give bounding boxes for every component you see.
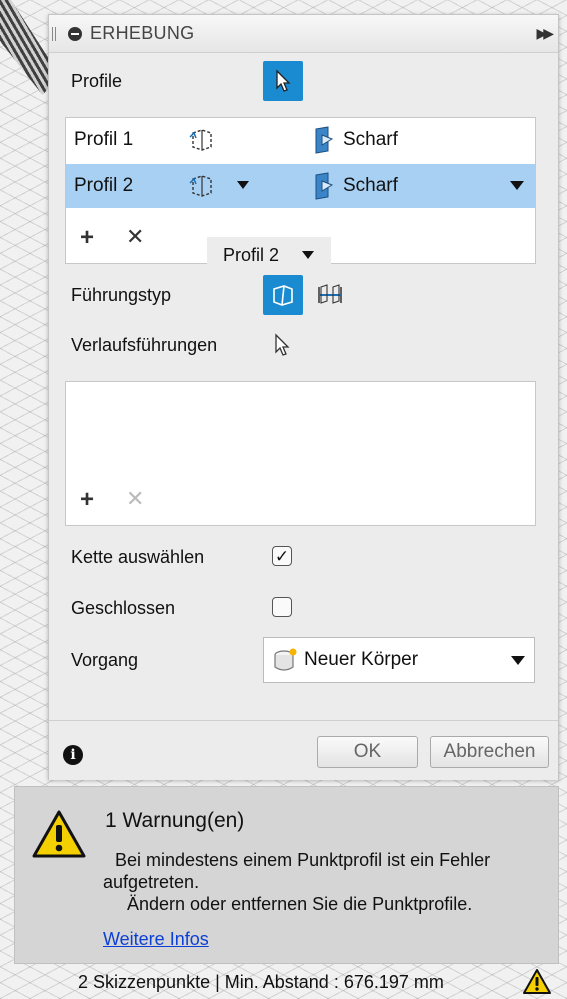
operation-dropdown[interactable]: Neuer Körper bbox=[263, 637, 535, 683]
more-info-link[interactable]: Weitere Infos bbox=[103, 929, 209, 950]
profile-type-icon[interactable] bbox=[188, 173, 216, 199]
table-row[interactable]: Profil 1 Scharf bbox=[66, 118, 535, 162]
rail-guide-icon bbox=[273, 285, 293, 306]
warning-message: Bei mindestens einem Punktprofil ist ein… bbox=[103, 849, 553, 915]
collapse-icon[interactable] bbox=[68, 26, 82, 41]
cursor-arrow-icon bbox=[276, 69, 291, 92]
chevron-down-icon bbox=[302, 251, 315, 259]
chain-select-checkbox[interactable]: ✓ bbox=[272, 546, 292, 566]
cancel-button[interactable]: Abbrechen bbox=[430, 736, 549, 768]
profile-type-icon[interactable] bbox=[188, 127, 216, 153]
add-profile-button[interactable]: + bbox=[80, 224, 94, 252]
profile-name: Profil 1 bbox=[74, 129, 134, 150]
profile-tooltip: Profil 2 bbox=[207, 237, 331, 273]
closed-label: Geschlossen bbox=[71, 598, 176, 618]
dialog-titlebar[interactable]: ERHEBUNG ▶▶ bbox=[49, 15, 558, 53]
remove-rail-button: ✕ bbox=[126, 486, 145, 511]
status-warning-icon[interactable] bbox=[522, 968, 552, 995]
dialog-footer: i OK Abbrechen bbox=[49, 720, 558, 780]
remove-profile-button[interactable]: ✕ bbox=[126, 224, 144, 250]
operation-value: Neuer Körper bbox=[304, 649, 419, 670]
table-row[interactable]: Profil 2 Scharf bbox=[66, 164, 535, 208]
chevron-down-icon bbox=[511, 656, 525, 665]
warning-line: aufgetreten. bbox=[103, 872, 200, 892]
status-text: 2 Skizzenpunkte | Min. Abstand : 676.197… bbox=[78, 972, 444, 992]
sharp-condition-icon[interactable] bbox=[308, 125, 336, 155]
warning-line: Bei mindestens einem Punktprofil ist ein… bbox=[115, 850, 491, 870]
add-rail-button[interactable]: + bbox=[80, 486, 94, 514]
chevron-down-icon[interactable] bbox=[236, 180, 250, 190]
rail-select-cursor-icon[interactable] bbox=[273, 333, 291, 357]
centerline-guide-icon[interactable] bbox=[315, 281, 345, 309]
rail-guides-list: + ✕ bbox=[65, 381, 536, 526]
warning-title: 1 Warnung(en) bbox=[105, 809, 245, 832]
guide-type-label: Führungstyp bbox=[71, 285, 172, 305]
operation-label: Vorgang bbox=[71, 650, 139, 670]
profile-label: Profile bbox=[71, 71, 123, 91]
loft-dialog: ERHEBUNG ▶▶ Profile Profil 1 Scharf Prof… bbox=[48, 14, 559, 780]
profile-name: Profil 2 bbox=[74, 175, 134, 196]
warning-panel: 1 Warnung(en) Bei mindestens einem Punkt… bbox=[14, 786, 559, 964]
rail-guides-label: Verlaufsführungen bbox=[71, 335, 218, 355]
rail-guide-type-button[interactable] bbox=[263, 275, 303, 315]
warning-line: Ändern oder entfernen Sie die Punktprofi… bbox=[127, 894, 473, 914]
ok-button[interactable]: OK bbox=[317, 736, 418, 768]
warning-icon bbox=[32, 810, 86, 858]
dialog-title: ERHEBUNG bbox=[90, 23, 195, 43]
expand-dialog-icon[interactable]: ▶▶ bbox=[536, 25, 553, 42]
profile-condition: Scharf bbox=[343, 175, 398, 196]
info-icon[interactable]: i bbox=[63, 745, 83, 765]
closed-checkbox[interactable] bbox=[272, 597, 292, 617]
new-body-icon bbox=[274, 648, 297, 671]
drag-grip-icon[interactable] bbox=[52, 26, 56, 41]
chevron-down-icon[interactable] bbox=[509, 180, 525, 191]
profile-select-button[interactable] bbox=[263, 61, 303, 101]
profile-condition: Scharf bbox=[343, 129, 398, 150]
sharp-condition-icon[interactable] bbox=[308, 171, 336, 201]
chain-select-label: Kette auswählen bbox=[71, 547, 205, 567]
tooltip-text: Profil 2 bbox=[223, 244, 280, 265]
